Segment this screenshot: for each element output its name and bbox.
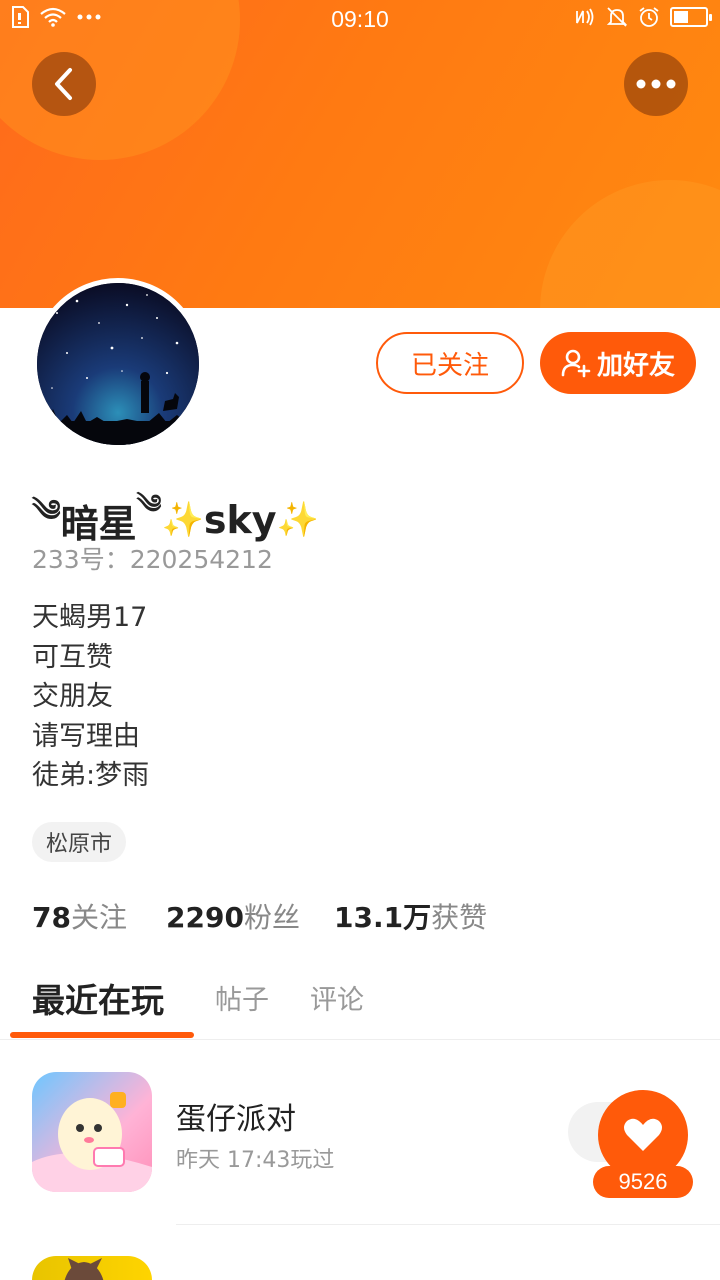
- stat-followers[interactable]: 2290 粉丝: [166, 896, 334, 936]
- game-last-played: 昨天 17:43玩过: [176, 1148, 335, 1173]
- avatar-image: [37, 283, 199, 445]
- add-friend-label: 加好友: [596, 350, 675, 381]
- user-id: 233号：220254212: [32, 540, 273, 576]
- bio-line: 可互赞: [32, 641, 113, 673]
- game-icon: [32, 1072, 152, 1192]
- tab-posts[interactable]: 帖子: [215, 978, 269, 1017]
- stat-label: 关注: [70, 901, 127, 934]
- stat-value: 78: [32, 901, 71, 934]
- game-icon-image: [32, 1072, 152, 1192]
- stat-value: 2290: [166, 901, 244, 934]
- nfc-icon: [576, 8, 594, 26]
- followed-button[interactable]: 已关注: [376, 332, 524, 394]
- game-name: 蛋仔派对: [176, 1102, 296, 1137]
- chevron-left-icon: [55, 68, 72, 100]
- profile-stats: 78 关注 2290 粉丝 13.1万 获赞: [32, 896, 487, 936]
- add-user-icon: [561, 349, 591, 378]
- stat-following[interactable]: 78 关注: [32, 896, 166, 936]
- alarm-icon: [639, 7, 659, 27]
- back-button[interactable]: [32, 52, 96, 116]
- uid-value: 220254212: [129, 545, 273, 574]
- stat-label: 获赞: [431, 901, 488, 934]
- sparkle-icon: ✨: [161, 500, 204, 540]
- add-friend-button[interactable]: 加好友: [540, 332, 696, 394]
- stat-label: 粉丝: [243, 901, 300, 934]
- bio-line: 请写理由: [32, 720, 140, 752]
- status-bar: 09:10: [0, 0, 720, 40]
- city-tag: 松原市: [32, 822, 127, 862]
- tab-recently-played[interactable]: 最近在玩: [32, 974, 164, 1022]
- more-horizontal-icon: [636, 79, 676, 89]
- favorite-count: 9526: [593, 1166, 693, 1198]
- username-mark: ༄: [136, 489, 162, 520]
- battery-icon: [670, 7, 712, 27]
- bio-line: 徒弟:梦雨: [32, 760, 150, 791]
- more-button[interactable]: [624, 52, 688, 116]
- bio-line: 交朋友: [32, 681, 113, 712]
- game-icon-image: [64, 1258, 104, 1280]
- heart-icon: [624, 1118, 662, 1151]
- game-icon-partial[interactable]: [32, 1256, 152, 1280]
- followed-label: 已关注: [410, 350, 489, 381]
- profile-banner: [0, 0, 720, 308]
- sparkle-icon: ✨: [276, 500, 319, 540]
- profile-bio: 天蝎男17 可互赞 交朋友 请写理由 徒弟:梦雨: [32, 598, 149, 796]
- profile-tabs: 最近在玩 帖子 评论: [0, 966, 720, 1040]
- banner-decoration: [540, 180, 720, 308]
- mute-icon: [606, 7, 628, 27]
- avatar[interactable]: [32, 278, 204, 450]
- stat-value: 13.1万: [334, 901, 432, 934]
- divider: [176, 1224, 720, 1225]
- bio-line: 天蝎男17: [32, 602, 148, 633]
- tab-comments[interactable]: 评论: [310, 978, 364, 1017]
- username-latin: sky: [203, 498, 277, 542]
- uid-label: 233号：: [32, 545, 130, 574]
- stat-likes[interactable]: 13.1万 获赞: [334, 896, 487, 936]
- tab-indicator: [10, 1032, 194, 1038]
